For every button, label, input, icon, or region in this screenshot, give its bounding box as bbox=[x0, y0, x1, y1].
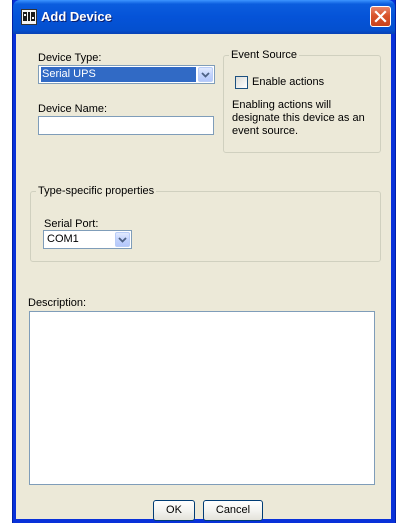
event-source-help-line: designate this device as an bbox=[232, 112, 365, 124]
add-device-dialog: Add Device Device Type: Serial UPS Devic… bbox=[12, 0, 396, 523]
device-type-dropdown-button[interactable] bbox=[198, 67, 213, 82]
event-source-help-line: Enabling actions will bbox=[232, 99, 332, 111]
chevron-down-icon bbox=[118, 237, 127, 243]
type-specific-properties-group: Type-specific properties Serial Port: CO… bbox=[30, 185, 381, 262]
serial-port-combobox[interactable]: COM1 bbox=[43, 230, 132, 249]
device-name-field[interactable] bbox=[38, 116, 214, 135]
dialog-body: Device Type: Serial UPS Device Name: Eve… bbox=[16, 34, 391, 521]
description-label: Description: bbox=[28, 297, 87, 309]
device-type-value: Serial UPS bbox=[41, 67, 196, 82]
title-bar[interactable]: Add Device bbox=[13, 0, 395, 34]
serial-port-label: Serial Port: bbox=[44, 218, 99, 230]
chevron-down-icon bbox=[201, 72, 210, 78]
type-specific-group-title: Type-specific properties bbox=[36, 185, 157, 197]
ok-button[interactable]: OK bbox=[153, 500, 195, 521]
device-type-combobox[interactable]: Serial UPS bbox=[38, 65, 215, 84]
enable-actions-label[interactable]: Enable actions bbox=[252, 76, 324, 88]
serial-port-value: COM1 bbox=[47, 233, 79, 245]
enable-actions-checkbox[interactable] bbox=[235, 76, 248, 89]
device-type-label: Device Type: bbox=[38, 52, 102, 64]
device-name-label: Device Name: bbox=[38, 103, 108, 115]
event-source-help-line: event source. bbox=[232, 125, 299, 137]
description-textarea[interactable] bbox=[29, 311, 375, 485]
close-button[interactable] bbox=[370, 6, 391, 27]
device-manager-icon bbox=[21, 9, 37, 25]
cancel-button[interactable]: Cancel bbox=[203, 500, 263, 521]
event-source-group-title: Event Source bbox=[229, 49, 300, 61]
dialog-title: Add Device bbox=[41, 9, 112, 24]
serial-port-dropdown-button[interactable] bbox=[115, 232, 130, 247]
close-icon bbox=[374, 10, 387, 23]
event-source-group: Event Source Enable actions Enabling act… bbox=[223, 49, 381, 153]
